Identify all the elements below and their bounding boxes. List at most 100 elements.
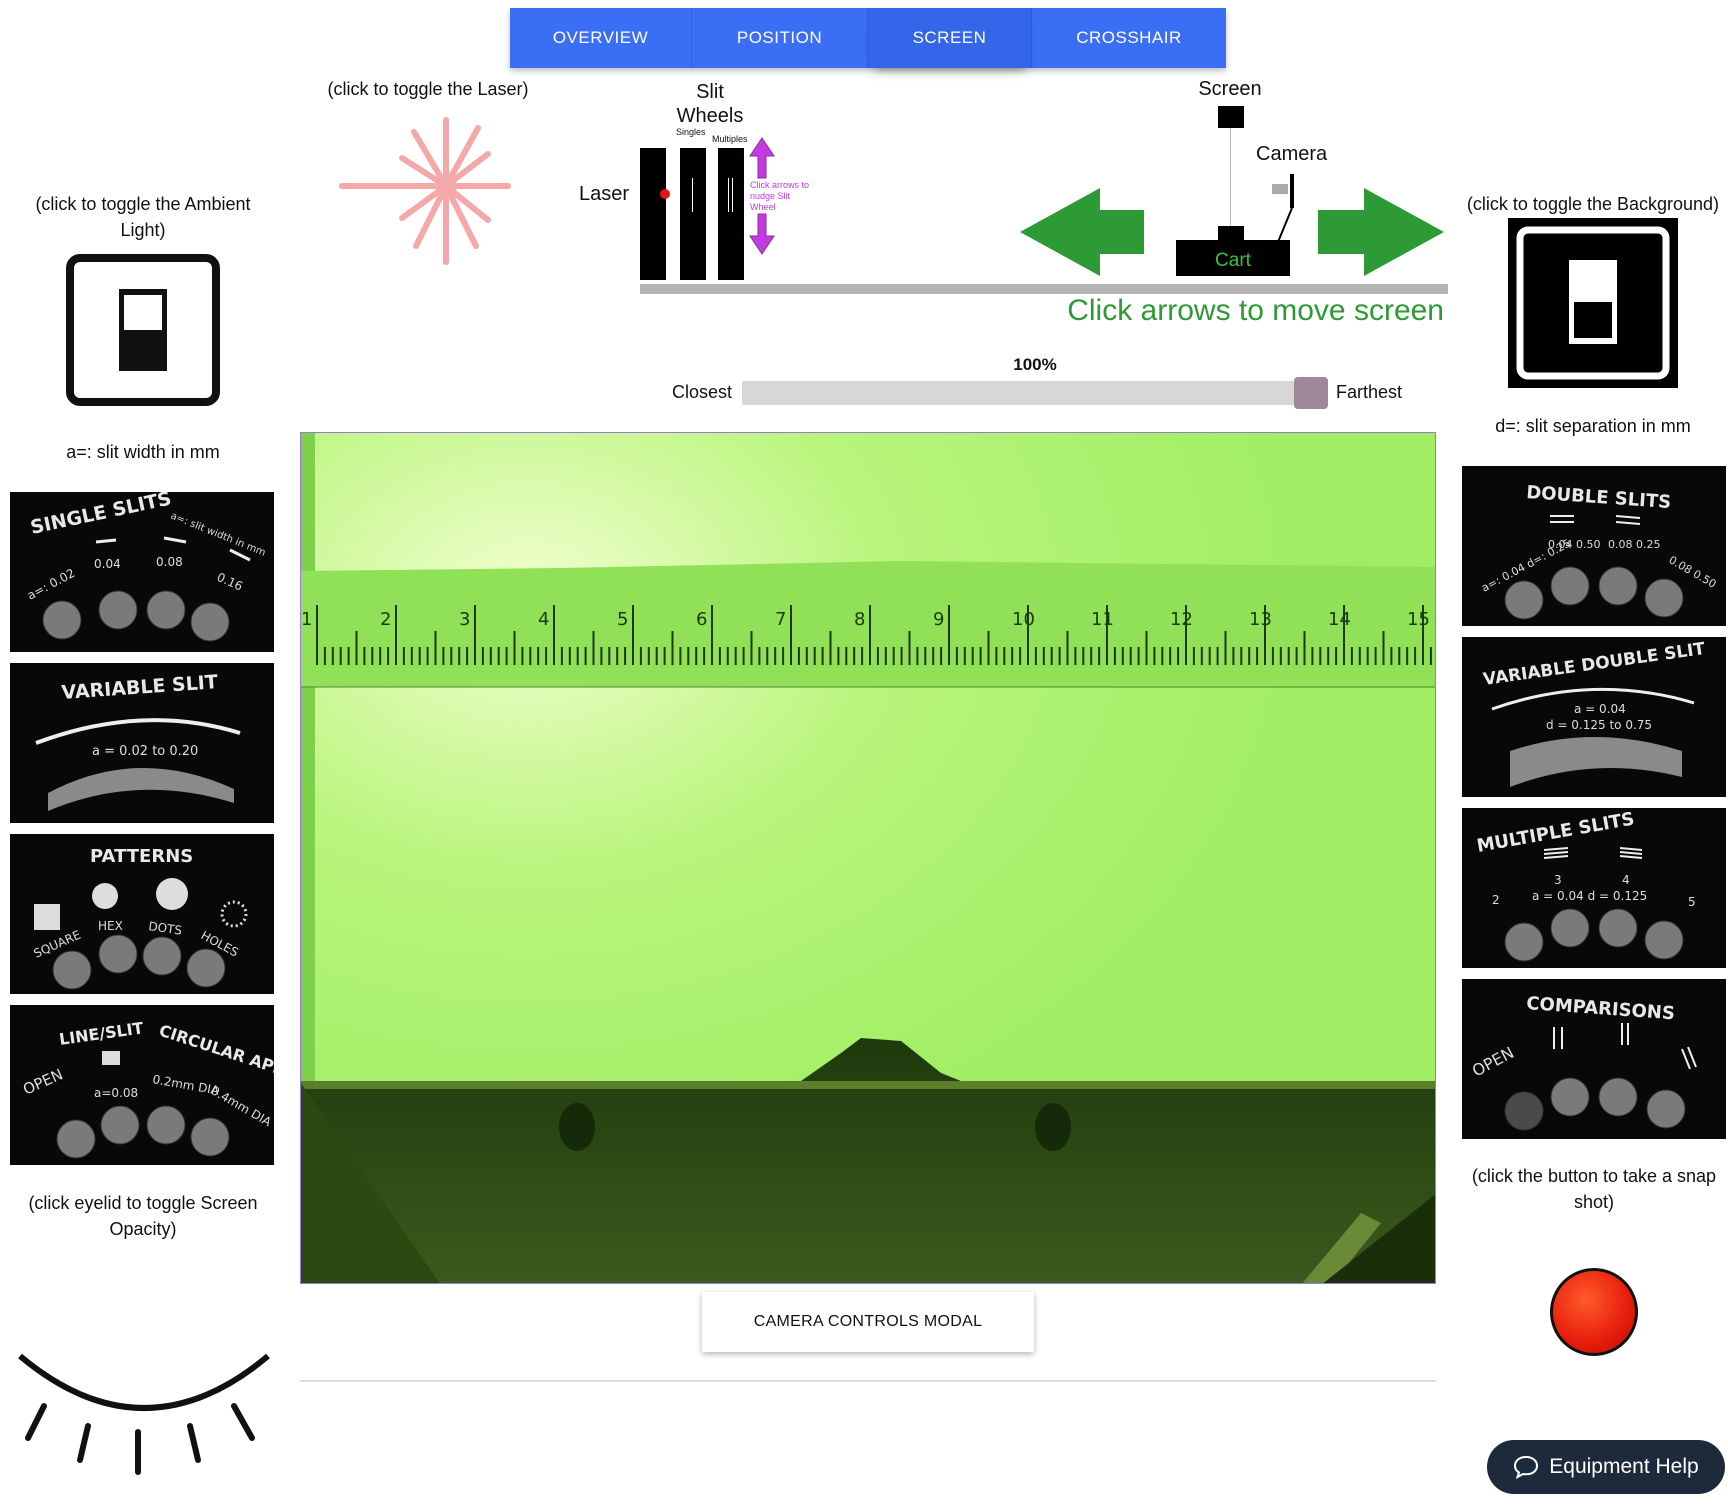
nudge-up-arrow[interactable] xyxy=(748,136,776,180)
ruler-number: 13 xyxy=(1249,609,1272,630)
svg-text:DOTS: DOTS xyxy=(148,919,183,938)
svg-text:OPEN: OPEN xyxy=(1469,1043,1517,1081)
svg-text:a=0.08: a=0.08 xyxy=(94,1086,138,1100)
camera-view: 1 2 3 4 5 6 7 8 9 10 11 12 13 14 15 xyxy=(300,432,1436,1284)
line-slit-circular-wheel[interactable]: LINE/SLIT CIRCULAR APERTURES OPEN a=0.08… xyxy=(10,1005,274,1165)
eyelid-caption: (click eyelid to toggle Screen Opacity) xyxy=(28,1193,258,1239)
svg-text:0.04 0.50: 0.04 0.50 xyxy=(1548,538,1600,551)
equipment-help-button[interactable]: Equipment Help xyxy=(1487,1440,1725,1494)
slit-separation-caption: d=: slit separation in mm xyxy=(1495,416,1691,436)
position-slider-track[interactable] xyxy=(742,381,1328,405)
background-switch-icon xyxy=(1508,218,1678,388)
svg-text:4: 4 xyxy=(1622,873,1630,887)
move-screen-right-button[interactable] xyxy=(1316,186,1446,278)
svg-text:0.08 0.25: 0.08 0.25 xyxy=(1608,538,1660,551)
nudge-hint: Click arrows to nudge Slit Wheel xyxy=(750,180,810,212)
svg-text:OPEN: OPEN xyxy=(20,1065,65,1098)
multiples-slit-wheel xyxy=(718,148,744,280)
ruler-number: 6 xyxy=(696,609,707,630)
tab-position[interactable]: POSITION xyxy=(692,8,868,68)
laser-housing xyxy=(640,148,670,280)
snapshot-button[interactable] xyxy=(1550,1268,1638,1356)
move-screen-left-button[interactable] xyxy=(1018,186,1146,278)
arrow-left-icon xyxy=(1020,188,1144,276)
arrow-right-icon xyxy=(1318,188,1444,276)
chat-bubble-icon xyxy=(1514,1455,1539,1479)
ruler-number: 4 xyxy=(538,609,549,630)
svg-text:a = 0.04: a = 0.04 xyxy=(1574,702,1626,716)
ruler-number: 7 xyxy=(775,609,786,630)
variable-double-slit-wheel[interactable]: VARIABLE DOUBLE SLIT a = 0.04 d = 0.125 … xyxy=(1462,637,1726,797)
svg-text:5: 5 xyxy=(1688,895,1696,909)
eyelid-icon xyxy=(18,1353,270,1475)
tab-overview[interactable]: OVERVIEW xyxy=(510,8,692,68)
single-slits-title: SINGLE SLITS xyxy=(28,492,173,539)
laser-toggle[interactable] xyxy=(338,106,520,266)
laser-label: Laser xyxy=(579,183,630,205)
ruler-number: 3 xyxy=(459,609,470,630)
slit-width-caption: a=: slit width in mm xyxy=(66,442,220,462)
screen-post xyxy=(1230,128,1231,226)
arrow-down-icon xyxy=(749,213,775,255)
svg-text:d = 0.125 to 0.75: d = 0.125 to 0.75 xyxy=(1546,718,1652,732)
ruler-number: 10 xyxy=(1012,609,1035,630)
multiples-label: Multiples xyxy=(712,134,748,144)
background-toggle[interactable] xyxy=(1508,218,1678,388)
light-switch-icon xyxy=(66,254,220,406)
svg-text:2: 2 xyxy=(1492,893,1500,907)
background-caption: (click to toggle the Background) xyxy=(1466,194,1720,214)
ruler-number: 11 xyxy=(1091,609,1114,630)
variable-slit-title: VARIABLE SLIT xyxy=(61,671,219,704)
farthest-label: Farthest xyxy=(1336,382,1403,402)
slit-wheels-label: Slit Wheels xyxy=(676,81,744,127)
svg-text:0.16: 0.16 xyxy=(215,570,245,594)
comparisons-wheel[interactable]: COMPARISONS OPEN xyxy=(1462,979,1726,1139)
svg-text:a=: 0.02: a=: 0.02 xyxy=(25,566,77,603)
optical-rail xyxy=(640,284,1448,294)
double-slits-title: DOUBLE SLITS xyxy=(1526,482,1672,513)
variable-slit-wheel[interactable]: VARIABLE SLIT a = 0.02 to 0.20 xyxy=(10,663,274,823)
screen-label: Screen xyxy=(1198,78,1262,100)
ruler-number: 15 xyxy=(1407,609,1430,630)
ruler-number: 14 xyxy=(1328,609,1351,630)
svg-text:HEX: HEX xyxy=(98,919,123,933)
patterns-wheel[interactable]: PATTERNS SQUARE HEX DOTS HOLES xyxy=(10,834,274,994)
camera-controls-button[interactable]: CAMERA CONTROLS MODAL xyxy=(702,1292,1034,1352)
move-screen-hint: Click arrows to move screen xyxy=(1067,294,1444,327)
screen-block xyxy=(1218,106,1244,128)
svg-text:3: 3 xyxy=(1554,873,1562,887)
divider xyxy=(300,1380,1436,1382)
multiple-slits-wheel[interactable]: MULTIPLE SLITS 2 3 4 5 a = 0.04 d = 0.12… xyxy=(1462,808,1726,968)
svg-text:a=: slit width in mm: a=: slit width in mm xyxy=(169,511,267,559)
position-slider-thumb[interactable] xyxy=(1294,377,1328,409)
tab-bar: OVERVIEW POSITION SCREEN CROSSHAIR xyxy=(510,8,1226,68)
ambient-caption: (click to toggle the Ambient Light) xyxy=(35,194,251,240)
eyelid-toggle[interactable] xyxy=(16,1350,272,1480)
comparisons-title: COMPARISONS xyxy=(1526,993,1676,1024)
ruler-number: 12 xyxy=(1170,609,1193,630)
laser-burst-icon xyxy=(339,117,511,265)
double-slits-wheel[interactable]: DOUBLE SLITS a=: 0.04 d=: 0.25 0.04 0.50… xyxy=(1462,466,1726,626)
svg-text:0.04: 0.04 xyxy=(94,557,121,571)
laser-caption: (click to toggle the Laser) xyxy=(327,79,529,99)
camera-feed-image: 1 2 3 4 5 6 7 8 9 10 11 12 13 14 15 xyxy=(301,433,1435,1283)
tab-crosshair[interactable]: CROSSHAIR xyxy=(1032,8,1226,68)
svg-text:a = 0.02 to 0.20: a = 0.02 to 0.20 xyxy=(92,744,198,759)
single-slits-wheel[interactable]: SINGLE SLITS a=: slit width in mm a=: 0.… xyxy=(10,492,274,652)
svg-text:a = 0.04 d = 0.125: a = 0.04 d = 0.125 xyxy=(1532,889,1647,903)
position-percent: 100% xyxy=(1013,355,1057,374)
ruler-number: 1 xyxy=(301,609,312,630)
ruler-number: 2 xyxy=(380,609,391,630)
ruler-number: 8 xyxy=(854,609,865,630)
line-slit-title: LINE/SLIT xyxy=(58,1018,145,1049)
tab-screen[interactable]: SCREEN xyxy=(868,8,1032,68)
singles-label: Singles xyxy=(676,127,706,137)
ambient-light-toggle[interactable] xyxy=(66,254,220,406)
closest-label: Closest xyxy=(672,382,733,402)
camera-icon xyxy=(1270,168,1300,244)
arrow-up-icon xyxy=(749,137,775,179)
cart: Cart xyxy=(1176,226,1290,276)
nudge-down-arrow[interactable] xyxy=(748,212,776,256)
ruler-number: 9 xyxy=(933,609,944,630)
laser-dot xyxy=(660,189,670,199)
